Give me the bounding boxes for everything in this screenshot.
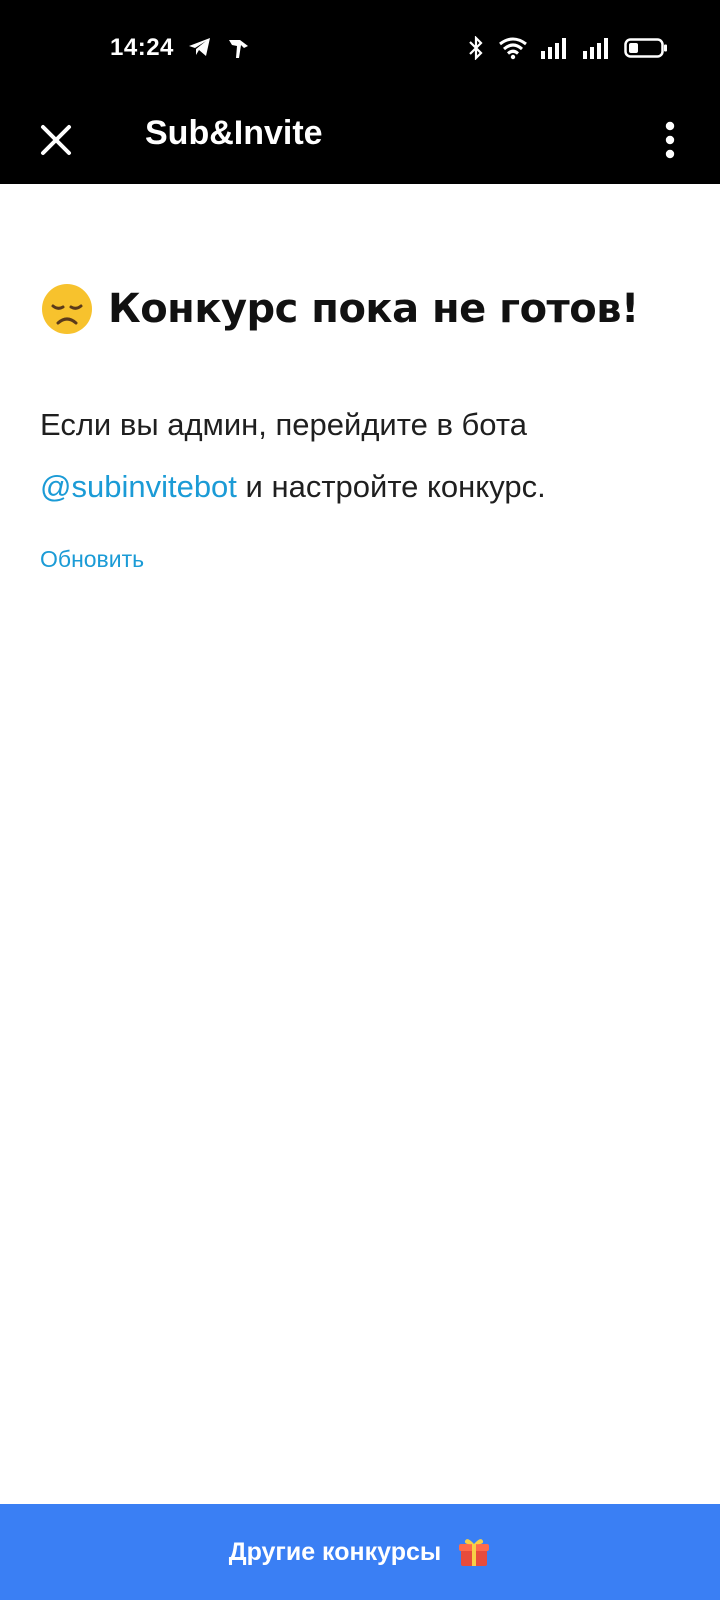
telegram-icon [188, 36, 212, 60]
other-contests-button[interactable]: Другие конкурсы [0, 1504, 720, 1600]
instruction-text: Если вы админ, перейдите в бота @subinvi… [40, 394, 680, 518]
status-right-icons [466, 36, 668, 60]
close-button[interactable] [32, 116, 80, 164]
signal-icon [540, 37, 570, 59]
signal-icon [582, 37, 612, 59]
heading-row: Конкурс пока не готов! [40, 282, 639, 336]
battery-icon [624, 37, 668, 59]
more-vertical-icon [665, 121, 675, 159]
other-contests-label: Другие конкурсы [228, 1537, 442, 1566]
wifi-icon [498, 36, 528, 60]
status-time: 14:24 [110, 34, 174, 61]
gift-icon [459, 1539, 490, 1566]
status-left-icons [188, 36, 252, 60]
page-title: Sub&Invite [145, 114, 323, 152]
instruction-text-end: и настройте конкурс. [236, 469, 546, 504]
instruction-text-start: Если вы админ, перейдите в бота [40, 407, 527, 442]
more-options-button[interactable] [650, 112, 690, 168]
notification-icon [226, 36, 252, 60]
bluetooth-icon [466, 36, 486, 60]
refresh-button[interactable]: Обновить [40, 546, 144, 573]
top-bar: Sub&Invite [0, 96, 720, 184]
disappointed-face-icon [42, 284, 92, 334]
status-bar: 14:24 [0, 0, 720, 96]
heading: Конкурс пока не готов! [108, 286, 639, 332]
bot-link[interactable]: @subinvitebot [40, 469, 237, 504]
close-icon [41, 125, 71, 155]
